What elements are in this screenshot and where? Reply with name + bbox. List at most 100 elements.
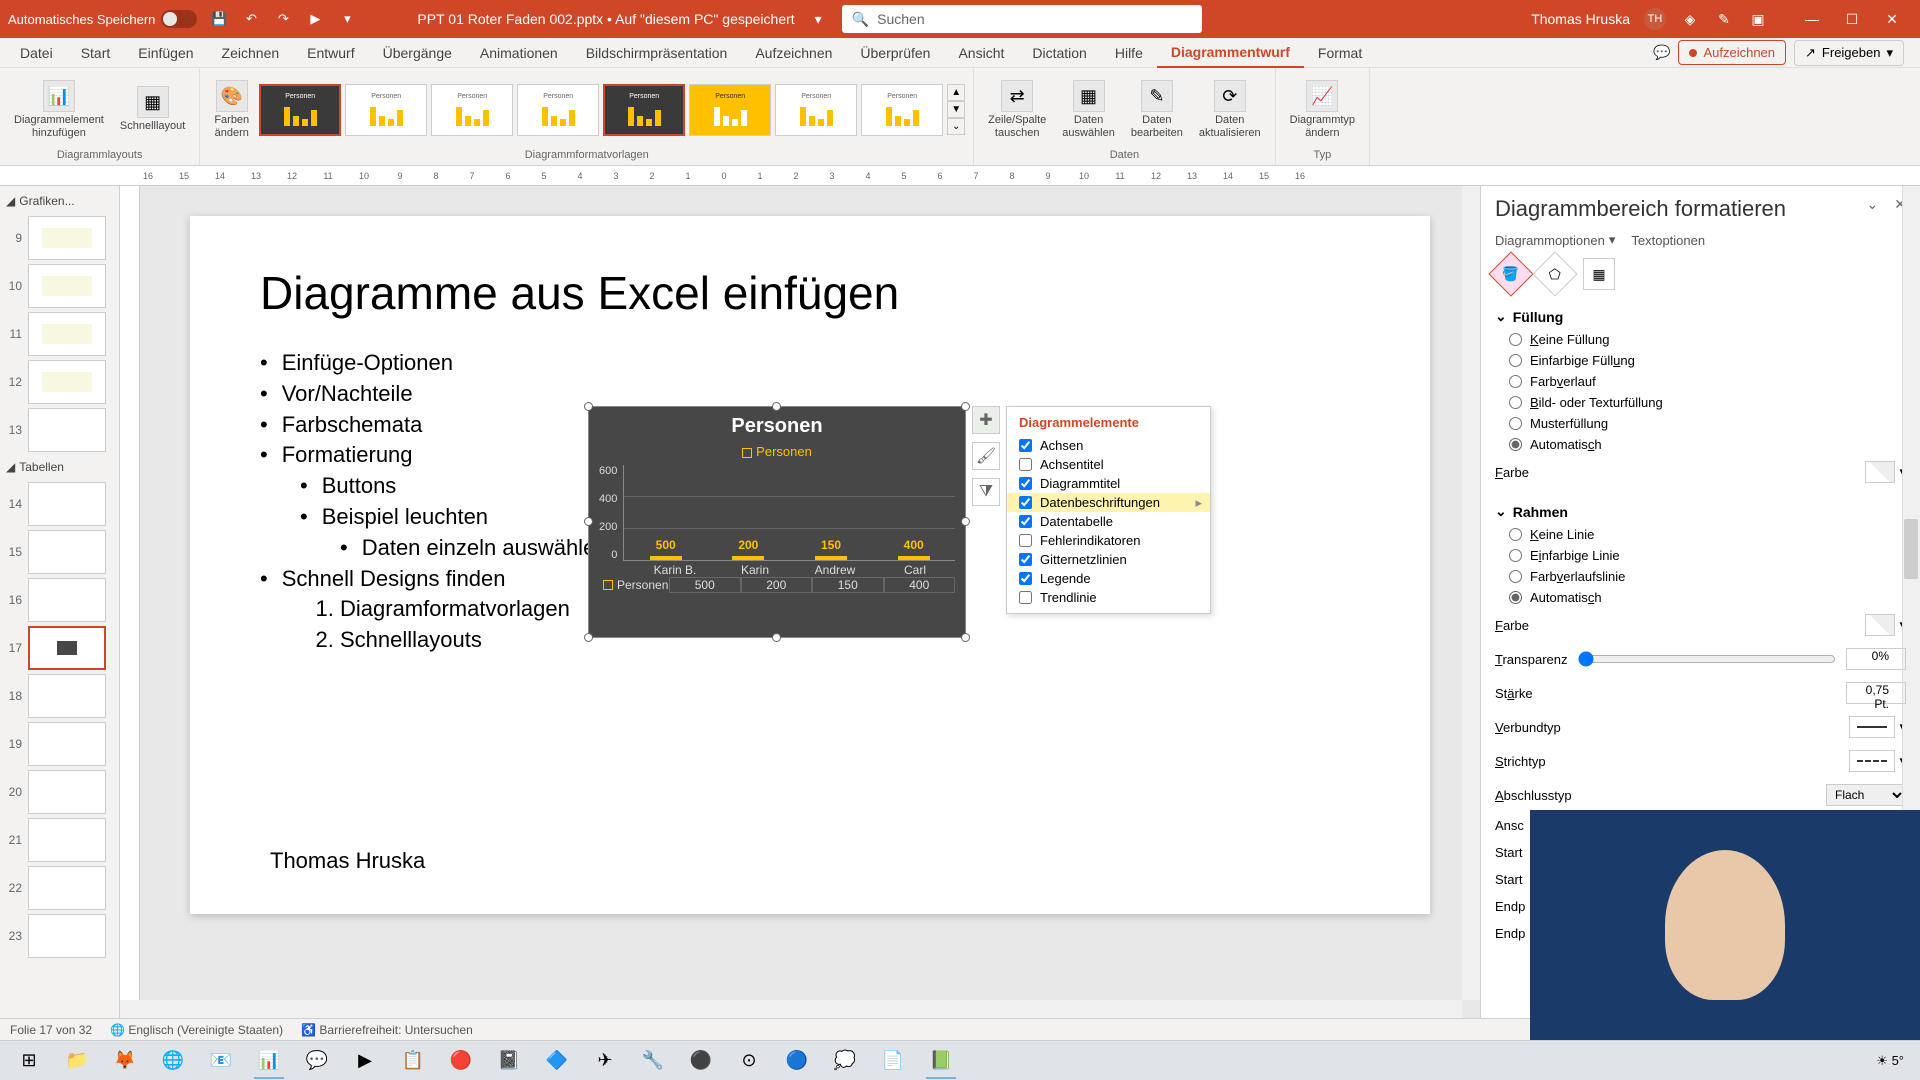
autosave-toggle[interactable]: Automatisches Speichern <box>8 10 197 28</box>
obs-icon[interactable]: ⚫ <box>678 1043 724 1079</box>
thumb-10[interactable]: 10 <box>4 264 115 308</box>
quick-layout-button[interactable]: ▦ Schnelllayout <box>114 82 191 136</box>
border-color-picker[interactable] <box>1865 614 1895 636</box>
border-gradient[interactable]: Farbverlaufslinie <box>1509 566 1906 587</box>
thumb-9[interactable]: 9 <box>4 216 115 260</box>
fill-auto[interactable]: Automatisch <box>1509 434 1906 455</box>
resize-handle[interactable] <box>772 402 781 411</box>
flyout-diagrammtitel[interactable]: Diagrammtitel <box>1007 474 1210 493</box>
chart-style-2[interactable]: Personen <box>345 84 427 136</box>
language-status[interactable]: 🌐 Englisch (Vereinigte Staaten) <box>110 1023 283 1037</box>
fill-solid[interactable]: Einfarbige Füllung <box>1509 350 1906 371</box>
tab-ansicht[interactable]: Ansicht <box>944 39 1018 67</box>
chart-styles-button[interactable]: 🖌 <box>972 442 1000 470</box>
app8-icon[interactable]: 📄 <box>870 1043 916 1079</box>
app7-icon[interactable]: 💭 <box>822 1043 868 1079</box>
undo-icon[interactable]: ↶ <box>241 9 261 29</box>
canvas-scrollbar-h[interactable] <box>120 1000 1462 1018</box>
thumb-19[interactable]: 19 <box>4 722 115 766</box>
chart-style-7[interactable]: Personen <box>775 84 857 136</box>
section-fill[interactable]: ⌄Füllung <box>1495 304 1906 329</box>
slide-title[interactable]: Diagramme aus Excel einfügen <box>260 266 1360 320</box>
window-icon[interactable]: ▣ <box>1748 9 1768 29</box>
app2-icon[interactable]: 📋 <box>390 1043 436 1079</box>
thumb-14[interactable]: 14 <box>4 482 115 526</box>
title-dropdown-icon[interactable]: ▾ <box>815 11 822 28</box>
app3-icon[interactable]: 🔴 <box>438 1043 484 1079</box>
app5-icon[interactable]: ⊙ <box>726 1043 772 1079</box>
record-button[interactable]: Aufzeichnen <box>1678 40 1786 65</box>
pane-fill-icon[interactable]: 🪣 <box>1488 251 1533 296</box>
tab-ueberpruefen[interactable]: Überprüfen <box>846 39 944 67</box>
explorer-icon[interactable]: 📁 <box>54 1043 100 1079</box>
app6-icon[interactable]: 🔵 <box>774 1043 820 1079</box>
pane-tab-text[interactable]: Textoptionen <box>1631 232 1705 248</box>
change-colors-button[interactable]: 🎨 Farben ändern <box>208 76 255 142</box>
resize-handle[interactable] <box>772 633 781 642</box>
app4-icon[interactable]: 🔧 <box>630 1043 676 1079</box>
redo-icon[interactable]: ↷ <box>273 9 293 29</box>
tab-diagrammentwurf[interactable]: Diagrammentwurf <box>1157 38 1304 68</box>
dash-picker[interactable] <box>1849 750 1895 772</box>
tab-hilfe[interactable]: Hilfe <box>1101 39 1157 67</box>
vlc-icon[interactable]: ▶ <box>342 1043 388 1079</box>
transparency-slider[interactable] <box>1578 651 1836 667</box>
chart-style-4[interactable]: Personen <box>517 84 599 136</box>
resize-handle[interactable] <box>961 517 970 526</box>
tab-uebergaenge[interactable]: Übergänge <box>369 39 466 67</box>
style-gallery-more[interactable]: ▲▼⌄ <box>947 84 965 135</box>
pane-collapse-icon[interactable]: ⌄ <box>1867 196 1879 213</box>
fill-none[interactable]: Keine Füllung <box>1509 329 1906 350</box>
flyout-achsentitel[interactable]: Achsentitel <box>1007 455 1210 474</box>
app-icon[interactable]: 💬 <box>294 1043 340 1079</box>
thumb-18[interactable]: 18 <box>4 674 115 718</box>
edit-data-button[interactable]: ✎Daten bearbeiten <box>1125 76 1189 142</box>
border-none[interactable]: Keine Linie <box>1509 524 1906 545</box>
flyout-gitternetzlinien[interactable]: Gitternetzlinien <box>1007 550 1210 569</box>
tab-start[interactable]: Start <box>67 39 125 67</box>
tab-einfuegen[interactable]: Einfügen <box>124 39 207 67</box>
pane-effects-icon[interactable]: ⬠ <box>1532 251 1577 296</box>
slide[interactable]: Diagramme aus Excel einfügen Einfüge-Opt… <box>190 216 1430 914</box>
thumb-15[interactable]: 15 <box>4 530 115 574</box>
transparency-value[interactable]: 0% <box>1846 648 1906 670</box>
change-chart-type-button[interactable]: 📈Diagrammtyp ändern <box>1284 76 1361 142</box>
chart-elements-button[interactable]: ✚ <box>972 406 1000 434</box>
chevron-right-icon[interactable]: ▸ <box>1195 495 1202 511</box>
comments-icon[interactable]: 💬 <box>1653 44 1670 61</box>
section-tables[interactable]: ◢ Tabellen <box>4 456 115 478</box>
chart-object[interactable]: Personen Personen 600 400 200 0 500 200 … <box>588 406 966 638</box>
share-button[interactable]: ↗Freigeben▾ <box>1794 40 1904 66</box>
slide-thumbnails[interactable]: ◢ Grafiken... 9 10 11 12 13 ◢ Tabellen 1… <box>0 186 120 1018</box>
section-graphics[interactable]: ◢ Grafiken... <box>4 190 115 212</box>
fill-color-picker[interactable] <box>1865 461 1895 483</box>
vscode-icon[interactable]: 🔷 <box>534 1043 580 1079</box>
thumb-20[interactable]: 20 <box>4 770 115 814</box>
add-chart-element-button[interactable]: 📊 Diagrammelement hinzufügen <box>8 76 110 142</box>
thumb-13[interactable]: 13 <box>4 408 115 452</box>
flyout-datentabelle[interactable]: Datentabelle <box>1007 512 1210 531</box>
select-data-button[interactable]: ▦Daten auswählen <box>1056 76 1121 142</box>
resize-handle[interactable] <box>961 402 970 411</box>
refresh-data-button[interactable]: ⟳Daten aktualisieren <box>1193 76 1267 142</box>
fill-pattern[interactable]: Musterfüllung <box>1509 413 1906 434</box>
file-title[interactable]: PPT 01 Roter Faden 002.pptx • Auf "diese… <box>417 11 794 27</box>
width-value[interactable]: 0,75 Pt. <box>1846 682 1906 704</box>
powerpoint-icon[interactable]: 📊 <box>246 1043 292 1079</box>
excel-icon[interactable]: 📗 <box>918 1043 964 1079</box>
slideshow-icon[interactable]: ▶ <box>305 9 325 29</box>
border-solid[interactable]: Einfarbige Linie <box>1509 545 1906 566</box>
tab-dictation[interactable]: Dictation <box>1018 39 1100 67</box>
tab-datei[interactable]: Datei <box>6 39 67 67</box>
qat-more-icon[interactable]: ▾ <box>337 9 357 29</box>
tab-entwurf[interactable]: Entwurf <box>293 39 368 67</box>
chart-style-6[interactable]: Personen <box>689 84 771 136</box>
user-avatar[interactable]: TH <box>1644 8 1666 30</box>
switch-row-col-button[interactable]: ⇄Zeile/Spalte tauschen <box>982 76 1052 142</box>
maximize-button[interactable]: ☐ <box>1832 4 1872 34</box>
chart-style-3[interactable]: Personen <box>431 84 513 136</box>
chart-style-1[interactable]: Personen <box>259 84 341 136</box>
flyout-achsen[interactable]: Achsen <box>1007 436 1210 455</box>
slide-canvas[interactable]: Diagramme aus Excel einfügen Einfüge-Opt… <box>120 186 1480 1018</box>
chart-filters-button[interactable]: ⧩ <box>972 478 1000 506</box>
